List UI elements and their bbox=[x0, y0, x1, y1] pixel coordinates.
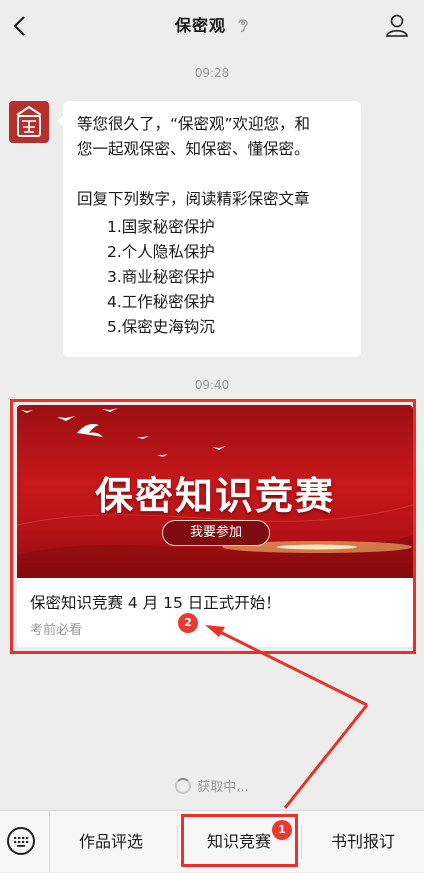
page-title: 保密观 bbox=[174, 16, 226, 35]
message-line: 您一起观保密、知保密、懂保密。 bbox=[77, 140, 310, 158]
menu-item-business-secret: 3.商业秘密保护 bbox=[107, 268, 215, 286]
welcome-message-bubble: 等您很久了，“保密观”欢迎您，和 您一起观保密、知保密、懂保密。 回复下列数字，… bbox=[57, 101, 361, 357]
step-badge-2: 2 bbox=[178, 613, 198, 633]
loading-text: 获取中... bbox=[197, 780, 249, 795]
seal-logo-icon bbox=[16, 105, 42, 137]
loading-indicator: 获取中... bbox=[0, 776, 424, 795]
top-bar: 保密观 bbox=[0, 0, 424, 52]
ear-icon bbox=[238, 19, 248, 33]
step-badge-1: 1 bbox=[272, 820, 292, 840]
message-line: 等您很久了，“保密观”欢迎您，和 bbox=[77, 115, 311, 133]
menu-item-personal-privacy: 2.个人隐私保护 bbox=[107, 243, 215, 261]
tab-works-selection[interactable]: 作品评选 bbox=[50, 811, 172, 873]
keyboard-icon[interactable] bbox=[7, 827, 35, 855]
user-profile-icon[interactable] bbox=[384, 12, 410, 38]
message-line: 回复下列数字，阅读精彩保密文章 bbox=[77, 190, 310, 208]
timestamp: 09:28 bbox=[194, 66, 230, 80]
timestamp: 09:40 bbox=[194, 378, 230, 392]
menu-item-national-secret: 1.国家秘密保护 bbox=[107, 218, 215, 236]
avatar[interactable] bbox=[9, 101, 49, 143]
menu-item-history: 5.保密史海钩沉 bbox=[107, 318, 215, 336]
menu-item-work-secret: 4.工作秘密保护 bbox=[107, 293, 215, 311]
tab-publication-order[interactable]: 书刊报订 bbox=[302, 811, 424, 873]
highlight-box-card bbox=[10, 399, 416, 654]
spinner-icon bbox=[175, 778, 192, 794]
